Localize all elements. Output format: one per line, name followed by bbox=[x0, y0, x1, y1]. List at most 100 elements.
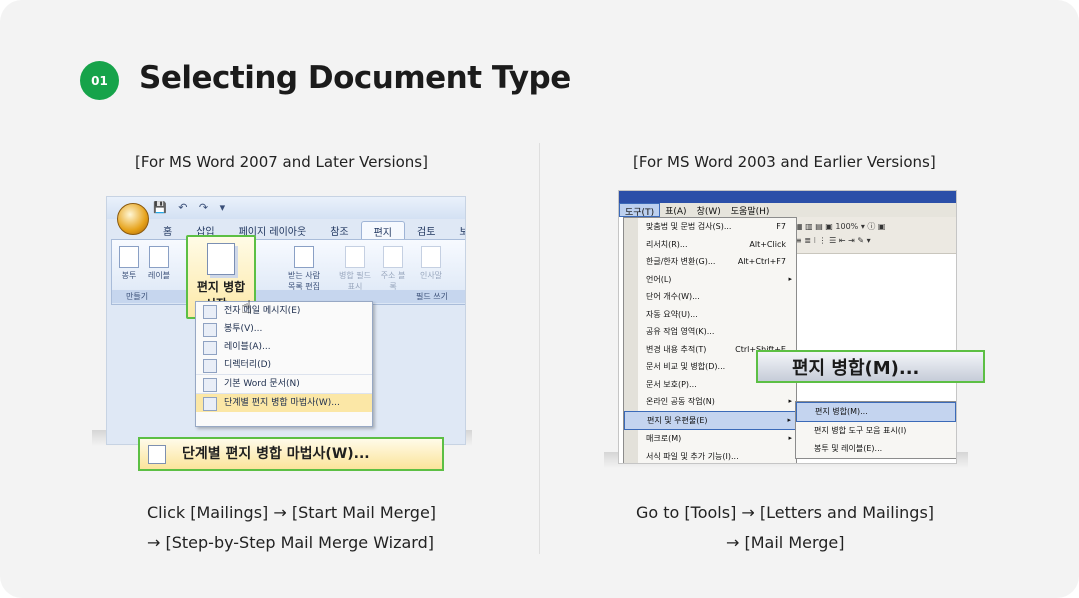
menu-item-label: 한글/한자 변환(G)... bbox=[646, 257, 716, 266]
submenu-item-label: 편지 병합 도구 모음 표시(I) bbox=[814, 426, 907, 435]
wizard-icon bbox=[148, 445, 166, 464]
menu-item-shortcut: Alt+Click bbox=[749, 239, 786, 249]
menu-window[interactable]: 창(W) bbox=[692, 203, 726, 217]
title-bar bbox=[619, 191, 956, 203]
mail-merge-icon bbox=[207, 243, 235, 275]
start-merge-dropdown: 전자 메일 메시지(E) 봉투(V)... 레이블(A)... 디렉터리(D) … bbox=[195, 301, 373, 427]
menu-item-label: 자동 요약(U)... bbox=[646, 309, 698, 319]
submenu-arrow-icon: ▸ bbox=[788, 397, 792, 405]
envelopes-label: 봉투 bbox=[121, 271, 137, 280]
menu-item-label: 문서 비교 및 병합(D)... bbox=[646, 362, 726, 371]
group-create-label: 만들기 bbox=[126, 292, 149, 301]
envelope-icon bbox=[119, 246, 139, 268]
submenu-item-label: 봉투 및 레이블(E)... bbox=[814, 444, 883, 453]
menu-help[interactable]: 도움말(H) bbox=[726, 203, 775, 217]
address-icon bbox=[383, 246, 403, 268]
card: 01 Selecting Document Type [For MS Word … bbox=[0, 0, 1079, 598]
highlight-fields-label: 병합 필드 표시 bbox=[339, 271, 371, 291]
menu-item-email[interactable]: 전자 메일 메시지(E) bbox=[196, 302, 372, 320]
group-write-fields-label: 필드 쓰기 bbox=[416, 292, 448, 301]
menu-item-wizard[interactable]: 단계별 편지 병합 마법사(W)... bbox=[196, 393, 372, 412]
toolbar-row-1: ▦ ▥ ▤ ▣ 100% ▾ ⓘ ▣ bbox=[795, 222, 886, 231]
menu-item-labels[interactable]: 레이블(A)... bbox=[196, 338, 372, 356]
menu-item-label: 레이블(A)... bbox=[224, 342, 271, 352]
menu-item-label: 디렉터리(D) bbox=[224, 360, 272, 370]
menu-item-auto-summarize[interactable]: 자동 요약(U)... bbox=[624, 306, 796, 324]
menu-item-label: 단어 개수(W)... bbox=[646, 292, 700, 301]
column-divider bbox=[539, 143, 540, 554]
submenu-arrow-icon: ▸ bbox=[787, 415, 791, 424]
menu-item-language[interactable]: 언어(L) ▸ bbox=[624, 271, 796, 289]
menu-item-research[interactable]: 리서치(R)... Alt+Click bbox=[624, 236, 796, 254]
menu-item-online-collaboration[interactable]: 온라인 공동 작업(N) ▸ bbox=[624, 393, 796, 411]
submenu-item-mail-merge[interactable]: 편지 병합(M)... bbox=[796, 402, 956, 422]
wizard-callout[interactable]: 단계별 편지 병합 마법사(W)... bbox=[138, 437, 444, 471]
letters-mailings-submenu: 편지 병합(M)... 편지 병합 도구 모음 표시(I) 봉투 및 레이블(E… bbox=[795, 401, 956, 459]
right-caption-line2: → [Mail Merge] bbox=[726, 533, 845, 552]
edit-recipients-label: 받는 사람 목록 편집 bbox=[288, 271, 320, 291]
menu-bar: 도구(T) 표(A) 창(W) 도움말(H) bbox=[619, 203, 956, 218]
menu-item-label: 변경 내용 추적(T) bbox=[646, 344, 707, 354]
menu-item-label: 편지 및 우편물(E) bbox=[647, 415, 708, 425]
menu-item-label: 기본 Word 문서(N) bbox=[224, 379, 300, 389]
menu-item-label: 리서치(R)... bbox=[646, 239, 688, 249]
menu-item-envelopes[interactable]: 봉투(V)... bbox=[196, 320, 372, 338]
tab-home[interactable]: 홈 bbox=[151, 221, 184, 239]
menu-tools[interactable]: 도구(T) bbox=[619, 203, 661, 218]
menu-item-letters-mailings[interactable]: 편지 및 우편물(E) ▸ bbox=[624, 410, 796, 430]
menu-item-word-count[interactable]: 단어 개수(W)... bbox=[624, 288, 796, 306]
submenu-arrow-icon: ▸ bbox=[788, 434, 792, 442]
tab-view[interactable]: 보 bbox=[447, 221, 465, 239]
toolbar: ▦ ▥ ▤ ▣ 100% ▾ ⓘ ▣ ≡ ≣ ⁝ ⋮ ☰ ⇤ ⇥ ✎ ▾ bbox=[791, 217, 956, 254]
address-block-button[interactable]: 주소 블록 bbox=[380, 246, 406, 292]
envelopes-button[interactable]: 봉투 bbox=[116, 246, 142, 281]
left-caption-line2: → [Step-by-Step Mail Merge Wizard] bbox=[147, 533, 434, 552]
office-button[interactable] bbox=[117, 203, 149, 235]
hand-cursor-icon: ☝ bbox=[241, 297, 252, 318]
greeting-line-button[interactable]: 인사말 bbox=[414, 246, 448, 281]
menu-item-shared-workspace[interactable]: 공유 작업 영역(K)... bbox=[624, 323, 796, 341]
envelope-icon bbox=[203, 323, 217, 337]
toolbar-row-2: ≡ ≣ ⁝ ⋮ ☰ ⇤ ⇥ ✎ ▾ bbox=[795, 236, 871, 245]
fields-icon bbox=[345, 246, 365, 268]
menu-item-normal-doc[interactable]: 기본 Word 문서(N) bbox=[196, 374, 372, 393]
menu-item-directory[interactable]: 디렉터리(D) bbox=[196, 356, 372, 374]
tab-references[interactable]: 참조 bbox=[318, 221, 360, 239]
wizard-icon bbox=[203, 397, 217, 411]
mail-merge-callout[interactable]: 편지 병합(M)... bbox=[756, 350, 985, 383]
tab-mailings[interactable]: 편지 bbox=[360, 221, 406, 240]
word-2003-screenshot: 도구(T) 표(A) 창(W) 도움말(H) ▦ ▥ ▤ ▣ 100% ▾ ⓘ … bbox=[618, 190, 957, 464]
menu-item-label: 서식 파일 및 추가 기능(I)... bbox=[646, 451, 739, 461]
submenu-item-envelopes-labels[interactable]: 봉투 및 레이블(E)... bbox=[796, 440, 956, 458]
tab-review[interactable]: 검토 bbox=[405, 221, 447, 239]
menu-item-label: 전자 메일 메시지(E) bbox=[224, 306, 301, 316]
word-doc-icon bbox=[203, 378, 217, 392]
edit-recipients-button[interactable]: 받는 사람 목록 편집 bbox=[284, 246, 324, 292]
zoom-value[interactable]: 100% bbox=[835, 222, 858, 231]
highlight-fields-button[interactable]: 병합 필드 표시 bbox=[338, 246, 372, 292]
left-caption-line1: Click [Mailings] → [Start Mail Merge] bbox=[147, 503, 437, 522]
menu-item-label: 온라인 공동 작업(N) bbox=[646, 397, 715, 406]
menu-item-macro[interactable]: 매크로(M) ▸ bbox=[624, 430, 796, 448]
menu-item-label: 맞춤법 및 문법 검사(S)... bbox=[646, 222, 732, 231]
address-block-label: 주소 블록 bbox=[380, 271, 406, 291]
right-caption-line1: Go to [Tools] → [Letters and Mailings] bbox=[636, 503, 935, 522]
label-icon bbox=[203, 341, 217, 355]
menu-item-label: 매크로(M) bbox=[646, 434, 682, 443]
labels-button[interactable]: 레이블 bbox=[146, 246, 172, 281]
qat-icons: 💾 ↶ ↷ ▾ bbox=[153, 201, 230, 214]
wizard-callout-label: 단계별 편지 병합 마법사(W)... bbox=[182, 446, 370, 462]
menu-item-label: 봉투(V)... bbox=[224, 324, 263, 334]
labels-label: 레이블 bbox=[147, 271, 171, 280]
menu-item-label: 언어(L) bbox=[646, 274, 672, 284]
start-merge-line1: 편지 병합 bbox=[196, 280, 246, 294]
step-number-badge: 01 bbox=[80, 61, 119, 100]
menu-item-templates-addins[interactable]: 서식 파일 및 추가 기능(I)... bbox=[624, 448, 796, 464]
submenu-item-show-toolbar[interactable]: 편지 병합 도구 모음 표시(I) bbox=[796, 422, 956, 440]
menu-item-label: 문서 보호(P)... bbox=[646, 379, 697, 389]
menu-table[interactable]: 표(A) bbox=[660, 203, 691, 217]
menu-item-hangul-hanja[interactable]: 한글/한자 변환(G)... Alt+Ctrl+F7 bbox=[624, 253, 796, 271]
menu-item-spelling[interactable]: 맞춤법 및 문법 검사(S)... F7 bbox=[624, 218, 796, 236]
email-icon bbox=[203, 305, 217, 319]
word-2003-label: [For MS Word 2003 and Earlier Versions] bbox=[633, 153, 936, 171]
